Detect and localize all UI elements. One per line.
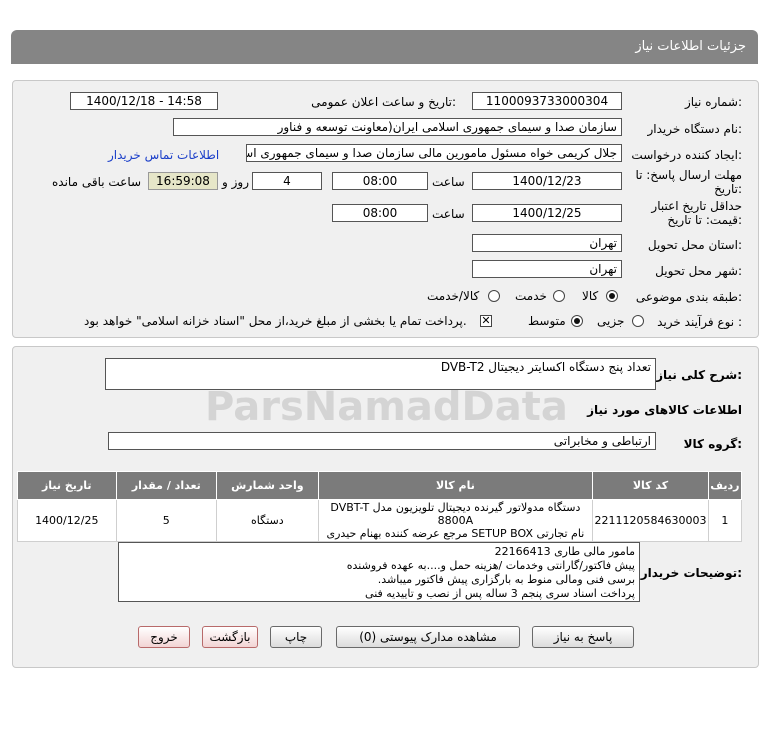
buyer-org-label: نام دستگاه خریدار:	[647, 122, 743, 136]
validity-label: حداقل تاریخ اعتبار	[651, 199, 742, 213]
goods-group-field: ارتباطی و مخابراتی	[108, 432, 656, 450]
col-row: ردیف	[707, 471, 743, 500]
summary-label: شرح کلی نیاز:	[656, 368, 742, 382]
treasury-note: پرداخت تمام یا بخشی از مبلغ خرید،از محل …	[84, 314, 467, 328]
creator-field: جلال کریمی خواه مسئول مامورین مالی سازما…	[246, 144, 622, 162]
days-remaining-field: 4	[252, 172, 322, 190]
category-radio-goods-service[interactable]	[488, 290, 500, 302]
validity-time-field: 08:00	[332, 204, 428, 222]
announce-date-field: 1400/12/18 - 14:58	[70, 92, 218, 110]
delivery-province-label: استان محل تحویل:	[647, 238, 742, 252]
buyer-note-line: پیش فاکتور/گارانتی وخدمات /هزینه حمل و..…	[346, 559, 635, 572]
treasury-checkbox[interactable]: ✕	[480, 315, 492, 327]
buyer-notes-label: توضیحات خریدار:	[640, 566, 742, 580]
category-radio-service[interactable]	[553, 290, 565, 302]
cell-name-line1: دستگاه مدولاتور گیرنده دیجیتال تلویزیون …	[330, 501, 581, 527]
buyer-notes-box: مامور مالی طاری 22166413 پیش فاکتور/گارا…	[118, 542, 640, 602]
category-radio-goods[interactable]	[606, 290, 618, 302]
category-goods-label: کالا	[582, 289, 599, 303]
goods-table: تاریخ نیاز تعداد / مقدار واحد شمارش نام …	[17, 471, 743, 542]
validity-time-label: ساعت	[432, 207, 465, 221]
buyer-note-line: برسی فنی ومالی منوط به بارگزاری پیش فاکت…	[377, 573, 635, 586]
cell-name-line2: نام تجارتی SETUP BOX مرجع عرضه کننده بهن…	[326, 527, 585, 540]
process-radio-medium[interactable]	[571, 315, 583, 327]
process-medium-label: متوسط	[528, 314, 566, 328]
delivery-city-label: شهر محل تحویل:	[655, 264, 742, 278]
remaining-time-field: 16:59:08	[148, 172, 218, 190]
deadline-time-field: 08:00	[332, 172, 428, 190]
cell-code: 2211120584630003	[592, 499, 709, 542]
goods-section-title: اطلاعات کالاهای مورد نیاز	[587, 403, 742, 417]
category-service-label: خدمت	[515, 289, 547, 303]
buyer-contact-link[interactable]: اطلاعات تماس خریدار	[108, 148, 219, 162]
exit-button[interactable]: خروج	[138, 626, 190, 648]
category-goods-service-label: کالا/خدمت	[427, 289, 480, 303]
buyer-org-field: سازمان صدا و سیمای جمهوری اسلامی ایران(م…	[173, 118, 622, 136]
days-label: روز و	[222, 175, 249, 189]
deadline-date-field: 1400/12/23	[472, 172, 622, 190]
remaining-time-label: ساعت باقی مانده	[52, 175, 142, 189]
cell-need-date: 1400/12/25	[17, 499, 117, 542]
reply-button[interactable]: پاسخ به نیاز	[532, 626, 634, 648]
cell-name: دستگاه مدولاتور گیرنده دیجیتال تلویزیون …	[317, 499, 594, 542]
process-type-label: نوع فرآیند خرید :	[657, 315, 742, 329]
print-button[interactable]: چاپ	[270, 626, 322, 648]
announce-date-label: تاریخ و ساعت اعلان عمومی:	[311, 95, 456, 109]
page-header: جزئیات اطلاعات نیاز	[11, 30, 758, 64]
col-code: کد کالا	[592, 471, 709, 500]
buyer-note-line: پرداخت اسناد سری پنجم 3 ساله پس از نصب و…	[365, 587, 635, 600]
cell-qty: 5	[115, 499, 218, 542]
cell-row: 1	[707, 499, 743, 542]
summary-field: تعداد پنج دستگاه اکسایتر دیجیتال DVB-T2	[105, 358, 656, 390]
attachments-button[interactable]: مشاهده مدارک پیوستی (0)	[336, 626, 520, 648]
page-title: جزئیات اطلاعات نیاز	[635, 39, 746, 54]
delivery-city-field: تهران	[472, 260, 622, 278]
need-number-label: شماره نیاز:	[684, 95, 742, 109]
deadline-label-date: تاریخ:	[714, 182, 742, 196]
validity-label-date: قیمت: تا تاریخ:	[667, 213, 742, 227]
creator-label: ایجاد کننده درخواست:	[631, 148, 742, 162]
back-button[interactable]: بازگشت	[202, 626, 258, 648]
col-name: نام کالا	[317, 471, 594, 500]
col-need-date: تاریخ نیاز	[17, 471, 117, 500]
validity-date-field: 1400/12/25	[472, 204, 622, 222]
col-unit: واحد شمارش	[216, 471, 319, 500]
category-label: طبقه بندی موضوعی:	[635, 290, 742, 304]
buyer-note-line: مامور مالی طاری 22166413	[494, 545, 635, 558]
process-radio-minor[interactable]	[632, 315, 644, 327]
cell-unit: دستگاه	[216, 499, 319, 542]
deadline-label: مهلت ارسال پاسخ: تا	[635, 168, 742, 182]
deadline-time-label: ساعت	[432, 175, 465, 189]
need-number-field: 1100093733000304	[472, 92, 622, 110]
goods-group-label: گروه کالا:	[683, 437, 742, 451]
process-minor-label: جزیی	[597, 314, 625, 328]
delivery-province-field: تهران	[472, 234, 622, 252]
col-qty: تعداد / مقدار	[115, 471, 218, 500]
table-row: 1400/12/25 5 دستگاه دستگاه مدولاتور گیرن…	[17, 499, 743, 542]
